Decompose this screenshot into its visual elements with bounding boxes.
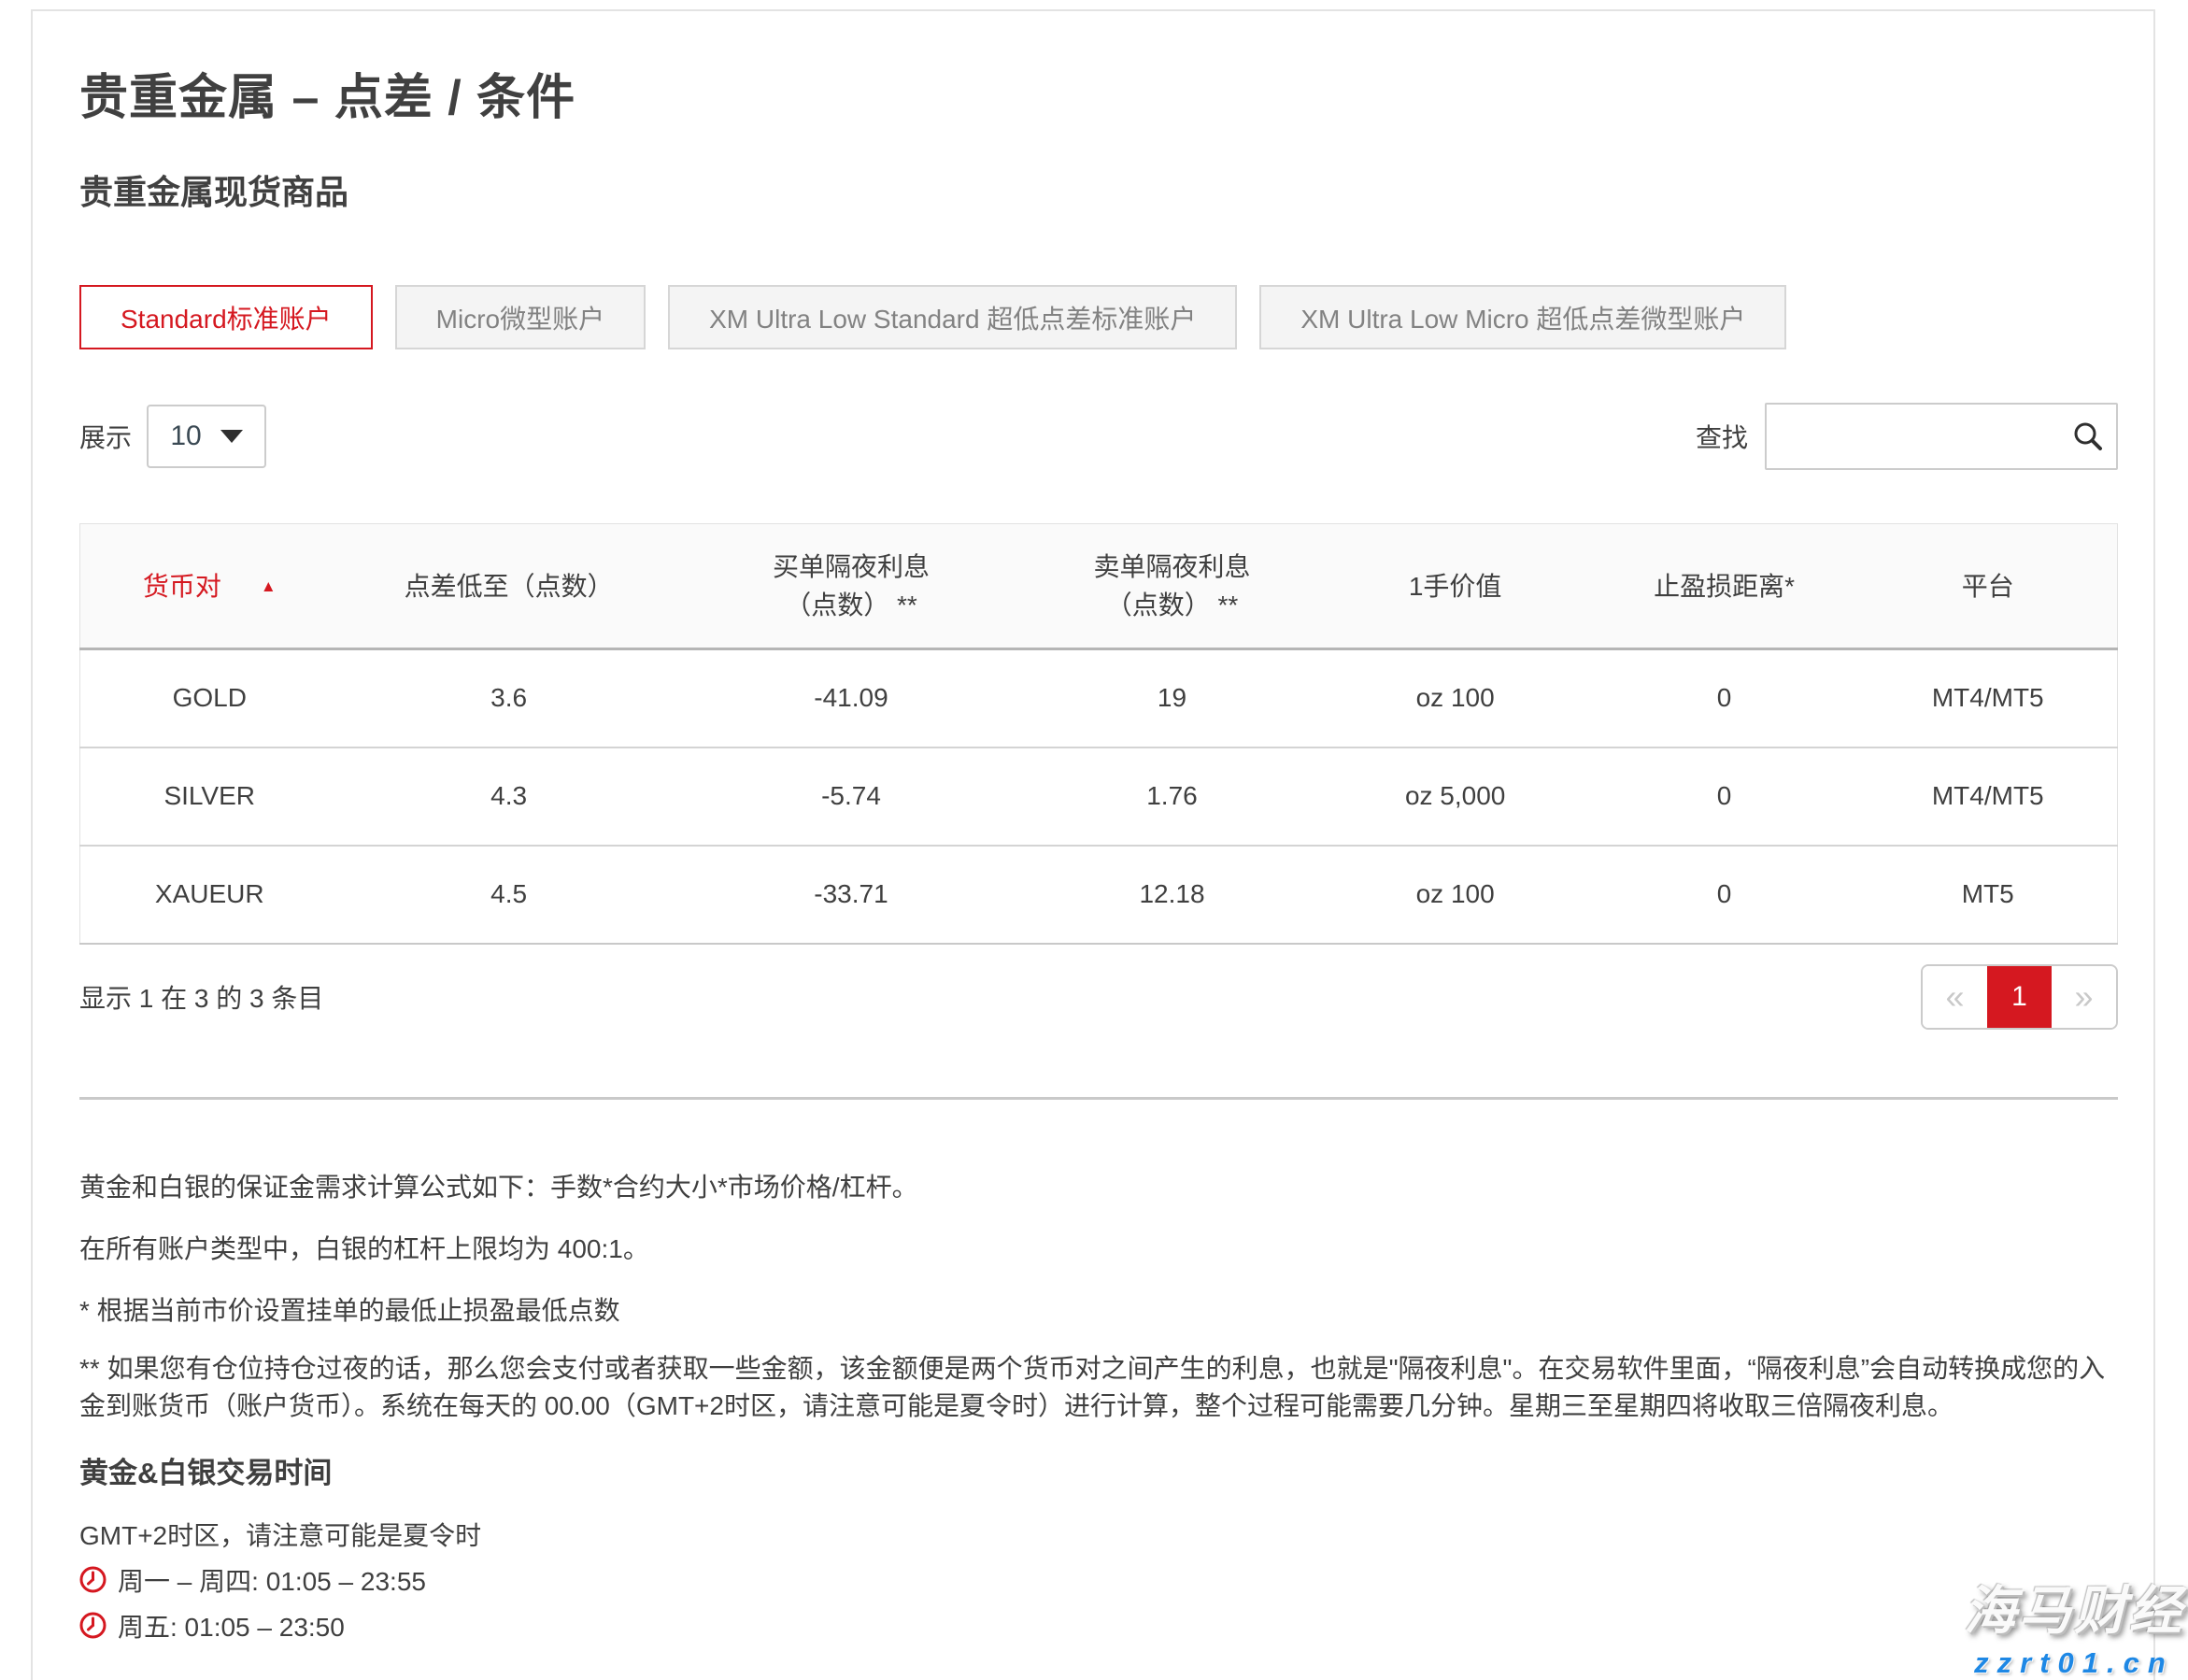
footnotes: 黄金和白银的保证金需求计算公式如下：手数*合约大小*市场价格/杠杆。 在所有账户…	[79, 1169, 2118, 1425]
column-header-spread[interactable]: 点差低至（点数）	[338, 524, 678, 649]
column-header-stop-level[interactable]: 止盈损距离*	[1590, 524, 1859, 649]
watermark: 海马财经 zzrt01.cn	[1964, 1569, 2184, 1680]
cell-stop-level: 0	[1590, 846, 1859, 944]
trading-hours-weekdays: 周一 – 周四: 01:05 – 23:55	[79, 1561, 2118, 1599]
dropdown-arrow-icon	[220, 430, 243, 443]
note-stop-level: * 根据当前市价设置挂单的最低止损盈最低点数	[79, 1292, 2118, 1330]
cell-swap-short: 1.76	[1023, 747, 1320, 846]
trading-hours-heading: 黄金&白银交易时间	[79, 1449, 2118, 1491]
column-header-platform[interactable]: 平台	[1858, 524, 2117, 649]
column-header-symbol[interactable]: 货币对▲	[80, 524, 339, 649]
clock-icon	[79, 1566, 107, 1593]
tab-ultra-low-standard-account[interactable]: XM Ultra Low Standard 超低点差标准账户	[668, 285, 1237, 349]
note-silver-leverage: 在所有账户类型中，白银的杠杆上限均为 400:1。	[79, 1231, 2118, 1268]
tab-standard-account[interactable]: Standard标准账户	[79, 285, 373, 349]
tab-micro-account[interactable]: Micro微型账户	[395, 285, 646, 349]
page-size-value: 10	[170, 420, 201, 452]
timezone-note: GMT+2时区，请注意可能是夏令时	[79, 1516, 2118, 1553]
pagination-page-1[interactable]: 1	[1987, 966, 2052, 1028]
cell-swap-long: -33.71	[679, 846, 1024, 944]
table-header-row: 货币对▲ 点差低至（点数） 买单隔夜利息（点数） ** 卖单隔夜利息（点数） *…	[80, 524, 2118, 649]
pagination: « 1 »	[1921, 964, 2118, 1030]
cell-symbol: XAUEUR	[80, 846, 339, 944]
cell-stop-level: 0	[1590, 649, 1859, 747]
hours-text: 周五: 01:05 – 23:50	[118, 1607, 345, 1644]
search-icon	[2071, 420, 2105, 453]
cell-symbol: GOLD	[80, 649, 339, 747]
page-title: 贵重金属 – 点差 / 条件	[79, 58, 2118, 128]
watermark-brand: 海马财经	[1964, 1569, 2184, 1644]
table-summary: 显示 1 在 3 的 3 条目	[79, 978, 323, 1016]
cell-spread: 3.6	[338, 649, 678, 747]
cell-swap-long: -41.09	[679, 649, 1024, 747]
table-controls: 展示 10 查找	[79, 403, 2118, 470]
cell-symbol: SILVER	[80, 747, 339, 846]
note-margin-formula: 黄金和白银的保证金需求计算公式如下：手数*合约大小*市场价格/杠杆。	[79, 1169, 2118, 1206]
cell-platform: MT4/MT5	[1858, 649, 2117, 747]
cell-stop-level: 0	[1590, 747, 1859, 846]
cell-lot-value: oz 100	[1321, 649, 1590, 747]
search-box	[1765, 403, 2118, 470]
cell-swap-short: 19	[1023, 649, 1320, 747]
page-subtitle: 贵重金属现货商品	[79, 165, 2118, 214]
column-header-lot-value[interactable]: 1手价值	[1321, 524, 1590, 649]
tab-ultra-low-micro-account[interactable]: XM Ultra Low Micro 超低点差微型账户	[1259, 285, 1786, 349]
search-label: 查找	[1696, 418, 1748, 455]
watermark-domain: zzrt01.cn	[1964, 1646, 2184, 1680]
cell-spread: 4.5	[338, 846, 678, 944]
trading-hours-friday: 周五: 01:05 – 23:50	[79, 1607, 2118, 1644]
cell-swap-short: 12.18	[1023, 846, 1320, 944]
cell-platform: MT5	[1858, 846, 2117, 944]
show-label: 展示	[79, 418, 132, 455]
sort-asc-icon: ▲	[261, 577, 277, 595]
table-row-silver: SILVER 4.3 -5.74 1.76 oz 5,000 0 MT4/MT5	[80, 747, 2118, 846]
search-input[interactable]	[1767, 405, 2116, 468]
table-row-xaueur: XAUEUR 4.5 -33.71 12.18 oz 100 0 MT5	[80, 846, 2118, 944]
pagination-prev-button[interactable]: «	[1923, 966, 1987, 1028]
table-row-gold: GOLD 3.6 -41.09 19 oz 100 0 MT4/MT5	[80, 649, 2118, 747]
main-panel: 贵重金属 – 点差 / 条件 贵重金属现货商品 Standard标准账户 Mic…	[31, 9, 2155, 1680]
spreads-table: 货币对▲ 点差低至（点数） 买单隔夜利息（点数） ** 卖单隔夜利息（点数） *…	[79, 523, 2118, 945]
column-header-swap-long[interactable]: 买单隔夜利息（点数） **	[679, 524, 1024, 649]
section-divider	[79, 1097, 2118, 1100]
pagination-next-button[interactable]: »	[2052, 966, 2116, 1028]
cell-lot-value: oz 100	[1321, 846, 1590, 944]
account-type-tabs: Standard标准账户 Micro微型账户 XM Ultra Low Stan…	[79, 285, 2118, 349]
cell-lot-value: oz 5,000	[1321, 747, 1590, 846]
note-swap-explanation: ** 如果您有仓位持仓过夜的话，那么您会支付或者获取一些金额，该金额便是两个货币…	[79, 1350, 2118, 1425]
page-size-select[interactable]: 10	[147, 405, 266, 468]
cell-swap-long: -5.74	[679, 747, 1024, 846]
cell-spread: 4.3	[338, 747, 678, 846]
cell-platform: MT4/MT5	[1858, 747, 2117, 846]
clock-icon	[79, 1612, 107, 1639]
column-header-swap-short[interactable]: 卖单隔夜利息（点数） **	[1023, 524, 1320, 649]
hours-text: 周一 – 周四: 01:05 – 23:55	[118, 1561, 426, 1599]
